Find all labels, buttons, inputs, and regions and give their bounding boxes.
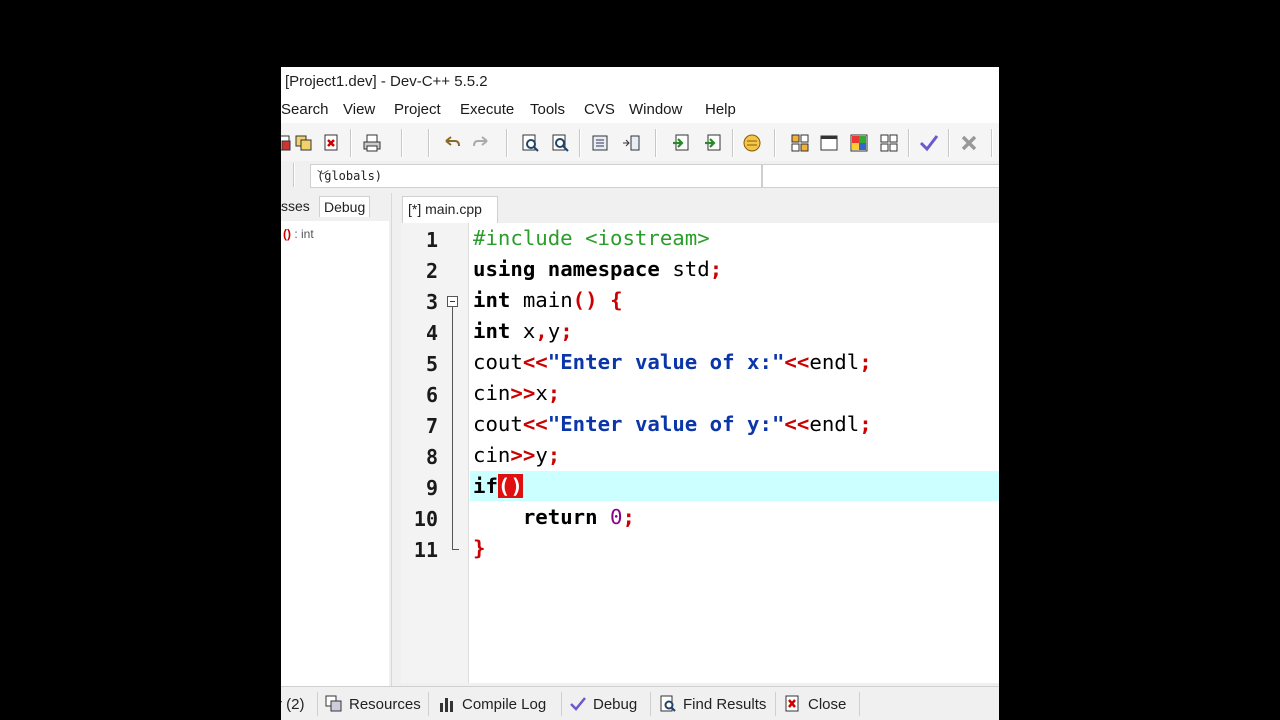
code-line: } bbox=[473, 536, 486, 560]
print-icon[interactable] bbox=[361, 132, 383, 154]
code-line: cout<<"Enter value of x:"<<endl; bbox=[473, 350, 872, 374]
menu-project[interactable]: Project bbox=[394, 101, 441, 118]
find-results-icon bbox=[660, 695, 676, 712]
close-file-icon[interactable] bbox=[321, 132, 343, 154]
unindent-icon[interactable] bbox=[620, 132, 642, 154]
menu-cvs[interactable]: CVS bbox=[584, 101, 615, 118]
window-title: [Project1.dev] - Dev-C++ 5.5.2 bbox=[285, 73, 488, 90]
menu-search[interactable]: Search bbox=[281, 101, 329, 118]
close-icon bbox=[785, 695, 799, 712]
panel-tabs: sses Debug bbox=[281, 193, 391, 221]
function-type: : int bbox=[294, 227, 314, 241]
replace-icon[interactable] bbox=[549, 132, 571, 154]
devcpp-window: [Project1.dev] - Dev-C++ 5.5.2 Search Vi… bbox=[281, 67, 999, 720]
tab-classes[interactable]: sses bbox=[281, 198, 310, 214]
function-paren: () bbox=[283, 227, 291, 241]
menu-view[interactable]: View bbox=[343, 101, 375, 118]
line-number: 1 bbox=[425, 228, 438, 252]
compiler-label: r (2) bbox=[281, 695, 305, 713]
line-gutter: 1 2 3 4 5 6 7 8 9 10 11 bbox=[401, 223, 469, 683]
open-project-icon[interactable] bbox=[293, 132, 315, 154]
class-list: () : int bbox=[281, 221, 389, 686]
editor-area: [*] main.cpp 1 2 3 4 5 6 7 8 9 10 11 #in… bbox=[399, 193, 999, 686]
code-line: return 0; bbox=[522, 505, 635, 529]
line-number: 9 bbox=[425, 476, 438, 500]
line-number: 2 bbox=[425, 259, 438, 283]
cascade-icon[interactable] bbox=[878, 132, 900, 154]
window-icon[interactable] bbox=[818, 132, 840, 154]
bottom-tabs: r (2) Resources Compile Log Debug Find R… bbox=[281, 686, 999, 720]
add-to-project-icon[interactable] bbox=[671, 132, 693, 154]
menu-window[interactable]: Window bbox=[629, 101, 682, 118]
layout-grid-icon[interactable] bbox=[789, 132, 811, 154]
fold-line bbox=[452, 307, 453, 550]
scope-dropdown[interactable]: (globals) ﹀ bbox=[310, 164, 762, 188]
code-line: int main() { bbox=[473, 288, 623, 312]
class-browser-icon[interactable] bbox=[741, 132, 763, 154]
resources-icon bbox=[325, 695, 342, 712]
tab-compile-log[interactable]: Compile Log bbox=[438, 691, 546, 717]
undo-icon[interactable] bbox=[441, 132, 463, 154]
code-line: cout<<"Enter value of y:"<<endl; bbox=[473, 412, 872, 436]
code-line: using namespace std; bbox=[473, 257, 723, 281]
fold-toggle-icon[interactable] bbox=[447, 296, 458, 307]
menu-tools[interactable]: Tools bbox=[530, 101, 565, 118]
debug-label: Debug bbox=[593, 695, 638, 713]
project-panel: sses Debug () : int bbox=[281, 193, 392, 686]
tab-debug[interactable]: Debug bbox=[319, 196, 371, 217]
bar-chart-icon bbox=[440, 698, 453, 712]
class-bar: (globals) ﹀ bbox=[281, 161, 999, 191]
code-line: #include <iostream> bbox=[473, 226, 710, 250]
redo-icon[interactable] bbox=[470, 132, 492, 154]
line-number: 3 bbox=[425, 290, 438, 314]
compile-log-label: Compile Log bbox=[462, 695, 547, 713]
code-line: if() bbox=[473, 474, 523, 498]
member-dropdown[interactable] bbox=[762, 164, 999, 188]
toolbar bbox=[281, 123, 999, 162]
close-label: Close bbox=[808, 695, 847, 713]
delete-icon[interactable] bbox=[958, 132, 980, 154]
line-number: 7 bbox=[425, 414, 438, 438]
check-icon[interactable] bbox=[918, 132, 940, 154]
fold-end-marker bbox=[452, 549, 459, 550]
title-bar: [Project1.dev] - Dev-C++ 5.5.2 bbox=[281, 67, 999, 97]
file-tab-label: [*] main.cpp bbox=[408, 201, 482, 217]
remove-from-project-icon[interactable] bbox=[701, 132, 723, 154]
tiles-icon[interactable] bbox=[848, 132, 870, 154]
tab-debug-output[interactable]: Debug bbox=[569, 691, 637, 717]
resources-label: Resources bbox=[349, 695, 421, 713]
find-icon[interactable] bbox=[519, 132, 541, 154]
line-number: 11 bbox=[413, 538, 438, 562]
chevron-down-icon: ﹀ bbox=[317, 169, 330, 183]
tab-find-results[interactable]: Find Results bbox=[659, 691, 766, 717]
code-line: int x,y; bbox=[473, 319, 573, 343]
find-results-label: Find Results bbox=[683, 695, 767, 713]
code-editor[interactable]: 1 2 3 4 5 6 7 8 9 10 11 #include <iostre… bbox=[401, 223, 999, 683]
menu-bar: Search View Project Execute Tools CVS Wi… bbox=[281, 97, 999, 123]
indent-icon[interactable] bbox=[589, 132, 611, 154]
line-number: 10 bbox=[413, 507, 438, 531]
tab-compiler[interactable]: r (2) bbox=[281, 691, 305, 717]
current-line-highlight bbox=[470, 471, 999, 501]
tab-close[interactable]: Close bbox=[784, 691, 846, 717]
line-number: 6 bbox=[425, 383, 438, 407]
debug-check-icon bbox=[570, 697, 586, 711]
code-line: cin>>x; bbox=[473, 381, 561, 405]
code-line: cin>>y; bbox=[473, 443, 561, 467]
menu-help[interactable]: Help bbox=[705, 101, 736, 118]
tab-main-cpp[interactable]: [*] main.cpp bbox=[402, 196, 498, 223]
tab-resources[interactable]: Resources bbox=[325, 691, 421, 717]
menu-execute[interactable]: Execute bbox=[460, 101, 514, 118]
line-number: 5 bbox=[425, 352, 438, 376]
line-number: 8 bbox=[425, 445, 438, 469]
class-list-item[interactable]: () : int bbox=[283, 227, 314, 241]
line-number: 4 bbox=[425, 321, 438, 345]
